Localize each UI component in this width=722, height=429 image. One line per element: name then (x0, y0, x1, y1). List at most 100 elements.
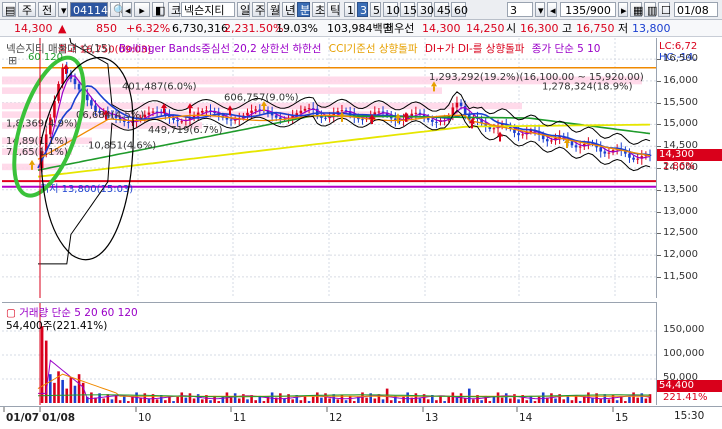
lock-button[interactable]: 주 (18, 2, 36, 17)
price-tick-label: 13,500 (663, 183, 698, 195)
volume-bar (480, 400, 483, 403)
period-0-button[interactable]: 일 (237, 2, 250, 17)
period-3-button[interactable]: 년 (282, 2, 295, 17)
profile-band (2, 87, 442, 94)
volume-bar (200, 399, 204, 403)
volume-bar (164, 400, 167, 403)
volume-bar (73, 385, 77, 403)
volume-bar (394, 395, 397, 403)
volume-chart[interactable]: ▢ 거래량 단순 5 20 60 120 54,400주(221.41%) (2, 302, 657, 405)
period-4-button[interactable]: 분 (297, 2, 310, 17)
legend-di[interactable]: DI+가 DI-를 상향돌파 (425, 43, 525, 55)
volume-bar (336, 399, 340, 403)
period-2-button[interactable]: 월 (267, 2, 280, 17)
best-bid: 14,250 (466, 22, 505, 35)
price-chart[interactable]: 최고 16,750(09:03) 1,293,292(19.2%)(16,100.… (2, 38, 657, 298)
legend-bollinger[interactable]: Bollinger Bands중심선 20,2 상한선 하한선 (119, 43, 322, 55)
time-label: 01/08 (42, 412, 75, 424)
minute-3-button[interactable]: 3 (357, 2, 368, 17)
candle-body (200, 110, 204, 113)
legend-ma-long[interactable]: 60 120 (28, 52, 63, 63)
price-tick-mark (657, 189, 661, 191)
volume-icon[interactable]: ◧ (152, 2, 165, 17)
stock-name-field[interactable]: 넥슨지티 (181, 2, 235, 17)
minute-5-button[interactable]: 5 (370, 2, 381, 17)
arrow-stem (163, 108, 165, 114)
best-ask: 14,300 (422, 22, 461, 35)
volume-bar (443, 401, 446, 403)
period-1-button[interactable]: 주 (252, 2, 265, 17)
interval-select[interactable]: 3 (507, 2, 533, 17)
volume-bar (209, 400, 212, 403)
menu-icon[interactable]: ▤ (2, 2, 16, 17)
candle-body (628, 153, 631, 158)
candle-body (229, 119, 233, 121)
prev-icon[interactable]: ◂ (122, 2, 132, 17)
search-icon[interactable]: 🔍 (110, 2, 127, 17)
table-icon[interactable]: ▥ (644, 2, 657, 17)
volume-bar (513, 394, 516, 403)
minute-10-button[interactable]: 10 (383, 2, 400, 17)
candle-body (570, 141, 574, 146)
candle-body (431, 119, 434, 122)
price-tick-mark (657, 276, 661, 278)
period-6-button[interactable]: 틱 (327, 2, 340, 17)
arrow-icon[interactable]: ▸ (134, 2, 150, 17)
volume-bar (311, 396, 315, 403)
high-label: 고 (562, 22, 573, 35)
volume-bar (644, 398, 648, 403)
minute-30-button[interactable]: 30 (417, 2, 434, 17)
count-field[interactable]: 135/900 (560, 2, 616, 17)
open-label: 시 (506, 22, 517, 35)
time-label: 11 (233, 412, 246, 424)
minute-60-button[interactable]: 60 (451, 2, 468, 17)
volume-bar (90, 392, 93, 403)
jeon-button[interactable]: 전 (38, 2, 56, 17)
lc-label: LC:6,72 (659, 41, 698, 52)
period-5-button[interactable]: 초 (312, 2, 325, 17)
grid-icon[interactable]: ▦ (630, 2, 643, 17)
chevron-down-icon[interactable]: ▾ (535, 2, 545, 17)
time-label: 14 (519, 412, 533, 424)
toolbar: ▤ 주 전 ▾ 041140 🔍 ◂ ▸ ◧ 코 넥슨지티 3 ▾ ◂ 135/… (0, 0, 722, 20)
high-price: 16,750 (576, 22, 615, 35)
turnover-pct: 19.03% (276, 22, 318, 35)
volume-bar (451, 392, 455, 403)
chevron-right-icon[interactable]: ▸ (618, 2, 628, 17)
price-change-pct: +6.32% (126, 22, 171, 35)
volume-bar (628, 396, 631, 403)
minute-45-button[interactable]: 45 (434, 2, 451, 17)
arrow-stem (229, 110, 231, 116)
volume-bar (262, 401, 266, 403)
legend-cci[interactable]: CCI기준선 상향돌파 (329, 43, 418, 55)
dropdown-icon[interactable]: ▾ (58, 2, 68, 17)
candle-body (254, 109, 257, 111)
volume-bar (77, 374, 81, 403)
current-pct-label: 2.86% (663, 160, 695, 172)
trade-amount: 103,984백만 (327, 22, 393, 35)
minute-1-button[interactable]: 1 (344, 2, 355, 17)
candle-body (73, 78, 77, 85)
candle-body (303, 108, 307, 111)
annotation-3: 06,684(4.5%) (76, 110, 144, 121)
time-axis-canvas: 01/07 01/08 10 11 12 13 14 15 (3, 407, 628, 424)
candle-body (307, 108, 311, 110)
volume-bar (472, 399, 475, 403)
chevron-left-icon[interactable]: ◂ (547, 2, 557, 17)
volume-tick-label: 150,000 (663, 324, 705, 335)
volume-bar (632, 392, 635, 403)
date-field[interactable]: 01/08 (674, 2, 718, 17)
volume-bar (131, 396, 134, 403)
volume-bar (65, 388, 69, 403)
stock-code-input[interactable]: 041140 (70, 2, 115, 17)
legend-ma[interactable]: 종가 단순 5 10 (532, 43, 601, 55)
checkbox-icon[interactable]: ☐ (658, 2, 671, 17)
pin-icon[interactable]: ⊞ (8, 54, 17, 67)
volume-bar (237, 398, 241, 403)
price-chart-canvas: 최고 16,750(09:03)1,293,292(19.2%)(16,100.… (2, 38, 656, 298)
volume-bar (533, 401, 537, 403)
candle-body (492, 128, 496, 130)
trade-volume: 6,730,316 (172, 22, 228, 35)
volume-bar (554, 398, 557, 403)
minute-15-button[interactable]: 15 (400, 2, 417, 17)
